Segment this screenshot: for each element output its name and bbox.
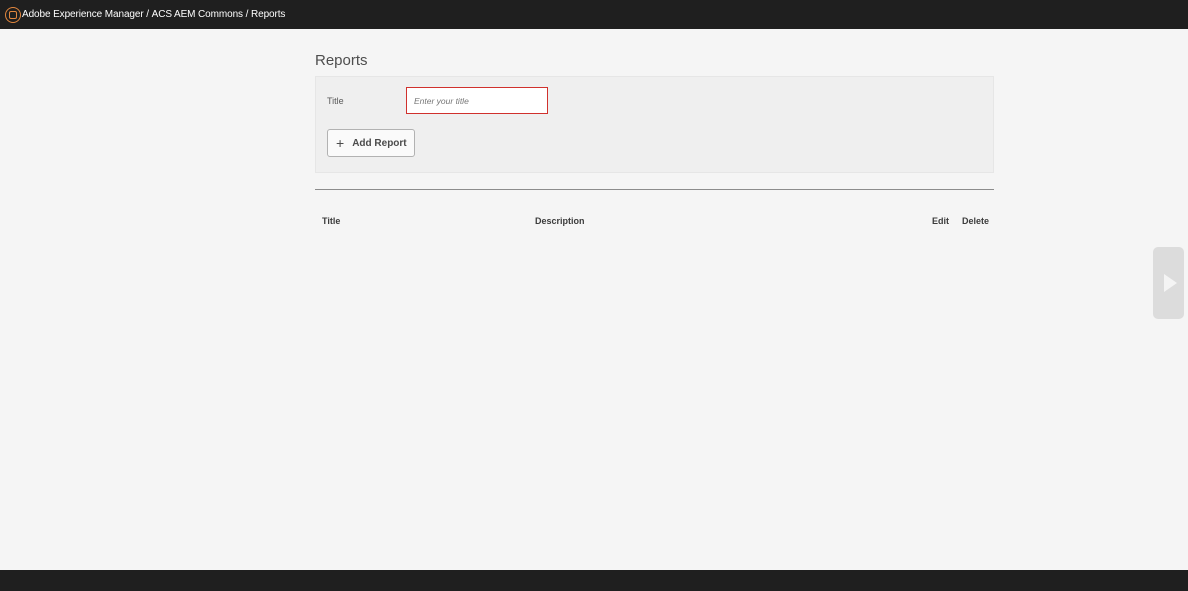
breadcrumb-item-aem[interactable]: Adobe Experience Manager [22, 9, 144, 20]
breadcrumb-item-reports: Reports [250, 9, 286, 20]
top-navigation-bar: Adobe Experience Manager / ACS AEM Commo… [0, 0, 1188, 29]
breadcrumb-separator: / [242, 9, 251, 20]
page-title: Reports [315, 52, 368, 69]
breadcrumb: Adobe Experience Manager / ACS AEM Commo… [22, 9, 285, 20]
play-arrow-icon [1164, 274, 1177, 292]
breadcrumb-separator: / [143, 9, 152, 20]
add-report-button-label: Add Report [352, 137, 407, 149]
plus-icon: + [336, 135, 345, 151]
column-header-title: Title [322, 216, 341, 226]
adobe-experience-manager-logo-icon[interactable] [5, 6, 21, 23]
section-divider [315, 189, 994, 190]
title-input[interactable] [406, 87, 548, 114]
add-report-form: Title + Add Report [315, 76, 994, 173]
logo-inner-shape [9, 10, 17, 19]
column-header-delete: Delete [962, 216, 990, 226]
column-header-description: Description [535, 216, 585, 226]
footer-bar [0, 570, 1188, 591]
column-header-edit: Edit [932, 216, 949, 226]
side-panel-toggle[interactable] [1153, 247, 1184, 319]
add-report-button[interactable]: + Add Report [327, 129, 415, 157]
breadcrumb-item-acs-aem-commons[interactable]: ACS AEM Commons [152, 9, 243, 20]
title-field-label: Title [327, 96, 344, 106]
